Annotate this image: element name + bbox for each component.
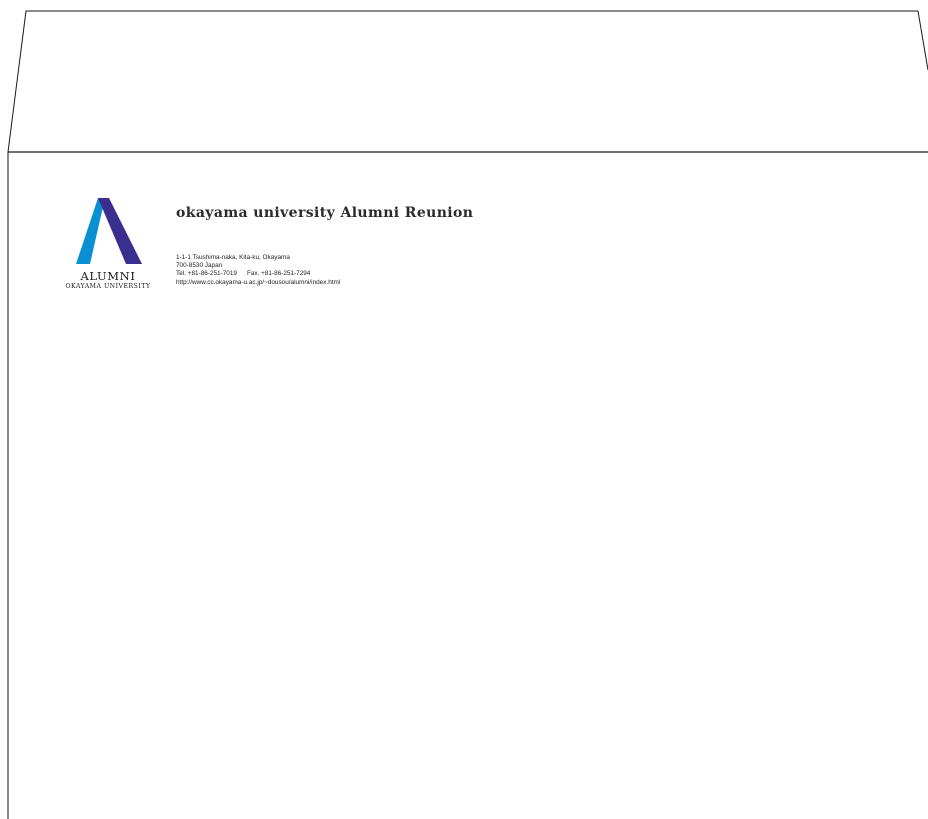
address-tel: Tel. +81-86-251-7019: [176, 270, 237, 278]
logo-wordmark: ALUMNI: [80, 269, 136, 283]
address-block: 1-1-1 Tsushima-naka, Kita-ku, Okayama 70…: [176, 254, 340, 287]
logo-left-stroke: [76, 198, 105, 264]
logo-right-stroke: [98, 198, 142, 264]
address-fax: Fax. +81-86-251-7294: [246, 270, 311, 278]
envelope-page: ALUMNI OKAYAMA UNIVERSITY okayama univer…: [0, 0, 928, 819]
logo-subtitle: OKAYAMA UNIVERSITY: [65, 283, 151, 290]
address-street: 1-1-1 Tsushima-naka, Kita-ku, Okayama: [176, 254, 290, 261]
envelope-outline: [7, 10, 928, 819]
address-postal: 700-8530 Japan: [176, 262, 223, 270]
address-phone-line: Tel. +81-86-251-7019 Fax. +81-86-251-7294: [176, 270, 340, 278]
alumni-a-icon: [76, 198, 142, 264]
organization-name: okayama university Alumni Reunion: [176, 205, 474, 221]
alumni-logo: ALUMNI OKAYAMA UNIVERSITY: [56, 198, 160, 291]
address-url: http://www.cc.okayama-u.ac.jp/~dousou/al…: [176, 278, 341, 286]
envelope-flap-outline: [7, 10, 928, 153]
